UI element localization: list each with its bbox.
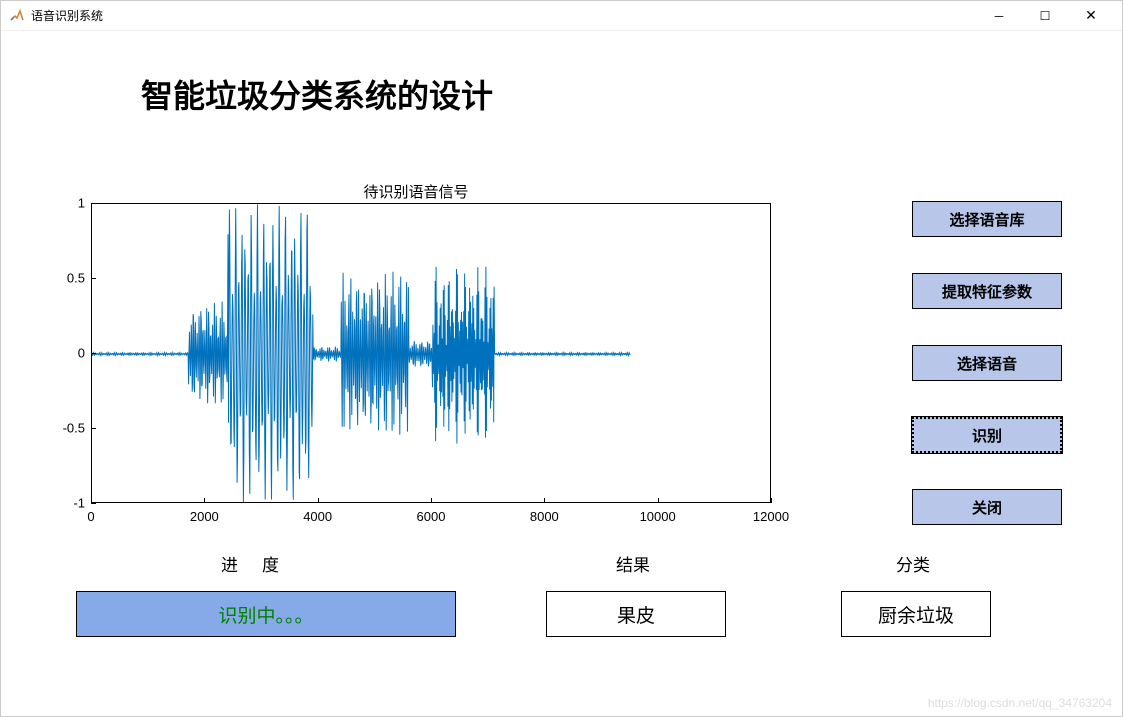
waveform-line xyxy=(92,204,771,503)
y-tick-label: -0.5 xyxy=(63,421,85,436)
x-tick-label: 12000 xyxy=(753,509,789,524)
x-tick-label: 8000 xyxy=(530,509,559,524)
minimize-button[interactable]: ─ xyxy=(976,1,1022,31)
progress-display: 识别中。。。 xyxy=(76,591,456,637)
plot-axes[interactable] xyxy=(91,203,771,503)
result-label: 结果 xyxy=(616,551,650,576)
recognize-button[interactable]: 识别 xyxy=(912,417,1062,453)
watermark: https://blog.csdn.net/qq_34763204 xyxy=(928,696,1112,710)
window-controls: ─ ☐ ✕ xyxy=(976,1,1114,31)
category-label: 分类 xyxy=(896,551,930,576)
window-title: 语音识别系统 xyxy=(31,7,976,24)
matlab-icon xyxy=(9,8,25,24)
content-area: 智能垃圾分类系统的设计 待识别语音信号 -1 -0.5 0 0.5 1 0 2000 400… xyxy=(1,31,1122,716)
y-tick-label: 1 xyxy=(78,196,85,211)
extract-features-button[interactable]: 提取特征参数 xyxy=(912,273,1062,309)
maximize-button[interactable]: ☐ xyxy=(1022,1,1068,31)
x-tick-label: 10000 xyxy=(640,509,676,524)
titlebar: 语音识别系统 ─ ☐ ✕ xyxy=(1,1,1122,31)
x-tick-label: 4000 xyxy=(303,509,332,524)
waveform-chart: 待识别语音信号 -1 -0.5 0 0.5 1 0 2000 4000 6000 8000 100… xyxy=(41,181,791,551)
y-tick-label: 0 xyxy=(78,346,85,361)
x-tick-label: 0 xyxy=(87,509,94,524)
select-library-button[interactable]: 选择语音库 xyxy=(912,201,1062,237)
y-tick-label: -1 xyxy=(73,496,85,511)
x-tick-label: 2000 xyxy=(190,509,219,524)
category-display: 厨余垃圾 xyxy=(841,591,991,637)
result-display: 果皮 xyxy=(546,591,726,637)
button-panel: 选择语音库 提取特征参数 选择语音 识别 关闭 xyxy=(912,201,1062,525)
close-button[interactable]: 关闭 xyxy=(912,489,1062,525)
x-tick-label: 6000 xyxy=(417,509,446,524)
app-window: 语音识别系统 ─ ☐ ✕ 智能垃圾分类系统的设计 待识别语音信号 -1 -0.5 0… xyxy=(0,0,1123,717)
close-window-button[interactable]: ✕ xyxy=(1068,1,1114,31)
page-title: 智能垃圾分类系统的设计 xyxy=(141,71,493,117)
chart-title: 待识别语音信号 xyxy=(41,181,791,202)
progress-label: 进度 xyxy=(221,551,303,576)
y-tick-label: 0.5 xyxy=(67,271,85,286)
select-audio-button[interactable]: 选择语音 xyxy=(912,345,1062,381)
